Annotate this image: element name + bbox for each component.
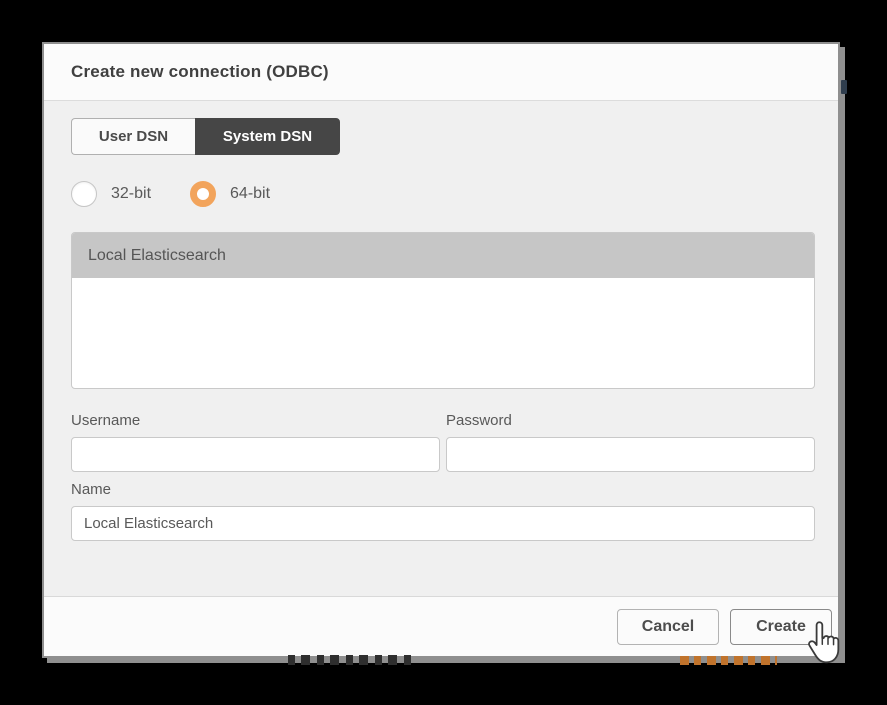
bitness-radio-group: 32-bit 64-bit (71, 180, 811, 207)
background-page-blue-fragment (841, 80, 847, 94)
password-label: Password (446, 412, 512, 429)
tab-system-dsn-label: System DSN (222, 128, 313, 145)
background-page-orange-fragment (680, 656, 777, 665)
tab-user-dsn[interactable]: User DSN (71, 118, 195, 155)
tab-system-dsn[interactable]: System DSN (195, 118, 340, 155)
background-page-text-fragment (288, 655, 416, 665)
dialog-body: User DSN System DSN 32-bit 64-bit Local … (44, 101, 838, 541)
username-label: Username (71, 412, 141, 429)
dialog-title: Create new connection (ODBC) (71, 62, 329, 81)
username-input[interactable] (71, 437, 440, 472)
radio-64bit[interactable] (190, 180, 217, 207)
radio-32bit-label[interactable]: 32-bit (111, 185, 151, 203)
list-item-label: Local Elasticsearch (88, 246, 226, 264)
create-button[interactable]: Create (730, 608, 832, 645)
modal-backdrop: Create new connection (ODBC) User DSN Sy… (0, 0, 887, 705)
credential-fields: Username Password Name (71, 412, 815, 541)
name-input[interactable] (71, 506, 815, 541)
name-label: Name (71, 481, 112, 498)
create-connection-dialog: Create new connection (ODBC) User DSN Sy… (42, 42, 840, 658)
list-item-local-elasticsearch[interactable]: Local Elasticsearch (72, 233, 814, 278)
dialog-header: Create new connection (ODBC) (44, 44, 838, 101)
radio-32bit[interactable] (71, 180, 97, 207)
radio-64bit-label[interactable]: 64-bit (230, 185, 270, 203)
dialog-footer: Cancel Create (44, 596, 838, 656)
dsn-tab-group: User DSN System DSN (71, 118, 811, 155)
tab-user-dsn-label: User DSN (98, 128, 169, 145)
password-input[interactable] (446, 437, 815, 472)
dsn-listbox: Local Elasticsearch (71, 232, 815, 389)
cancel-button[interactable]: Cancel (617, 608, 719, 645)
